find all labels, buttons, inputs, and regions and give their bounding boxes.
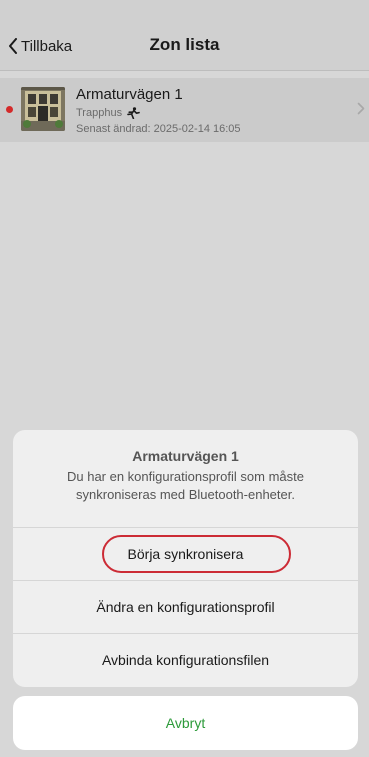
navigation-bar: Tillbaka Zon lista bbox=[0, 0, 369, 71]
unbind-config-label: Avbinda konfigurationsfilen bbox=[101, 652, 270, 668]
edit-profile-label: Ändra en konfigurationsprofil bbox=[96, 599, 275, 615]
running-person-icon bbox=[127, 107, 140, 119]
zone-name: Armaturvägen 1 bbox=[76, 86, 183, 103]
chevron-right-icon bbox=[357, 102, 365, 115]
cancel-label: Avbryt bbox=[165, 715, 206, 731]
zone-list-item[interactable]: Armaturvägen 1 Trapphus Senast ändrad: 2… bbox=[0, 78, 369, 142]
status-dot bbox=[6, 106, 13, 113]
action-sheet-header: Armaturvägen 1 Du har en konfigurationsp… bbox=[13, 430, 358, 527]
start-sync-button[interactable]: Börja synkronisera bbox=[13, 527, 358, 580]
action-sheet-title: Armaturvägen 1 bbox=[132, 448, 239, 464]
action-sheet-message: Du har en konfigurationsprofil som måste… bbox=[66, 469, 304, 502]
zone-type: Trapphus bbox=[76, 107, 140, 119]
zone-modified: Senast ändrad: 2025-02-14 16:05 bbox=[76, 123, 241, 135]
action-sheet: Armaturvägen 1 Du har en konfigurationsp… bbox=[13, 430, 358, 687]
page-title: Zon lista bbox=[149, 35, 220, 54]
zone-thumbnail bbox=[21, 87, 65, 131]
cancel-button[interactable]: Avbryt bbox=[13, 696, 358, 750]
start-sync-label: Börja synkronisera bbox=[127, 546, 244, 562]
zone-type-label: Trapphus bbox=[76, 107, 123, 119]
unbind-config-button[interactable]: Avbinda konfigurationsfilen bbox=[13, 633, 358, 686]
screen: Tillbaka Zon lista Armaturvägen 1 Trapph… bbox=[0, 0, 369, 757]
edit-profile-button[interactable]: Ändra en konfigurationsprofil bbox=[13, 580, 358, 633]
